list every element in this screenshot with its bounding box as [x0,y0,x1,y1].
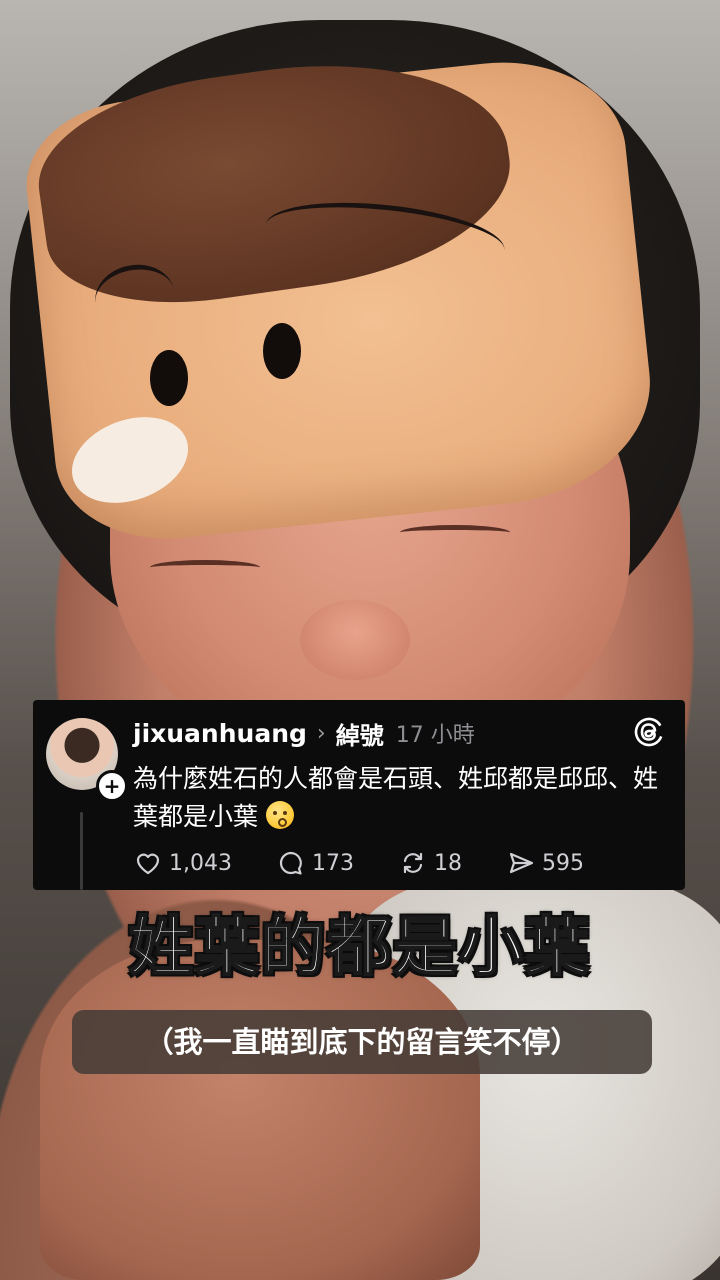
share-button[interactable]: 595 [506,848,584,878]
reply-button[interactable]: 173 [276,848,354,878]
mask-eye-right [263,323,301,379]
chevron-right-icon: › [316,720,326,746]
repost-count: 18 [433,850,462,876]
send-icon [509,852,534,874]
post-body-text: 為什麼姓石的人都會是石頭、姓邱都是邱邱、姓葉都是小葉 [133,764,659,831]
closed-eye-right [400,525,510,540]
threads-post-card[interactable]: + jixuanhuang › 綽號 17 小時 為什麼姓石的人都會是石頭、姓邱… [33,700,685,890]
threads-logo-icon [634,717,664,747]
like-button[interactable]: 1,043 [133,848,232,878]
comment-icon [279,851,302,875]
kissing-face-emoji-icon [265,801,294,829]
mask-eye-left [150,350,188,406]
heart-icon [136,853,160,875]
background-photo [0,0,720,1280]
closed-eye-left [150,560,260,575]
repost-button[interactable]: 18 [398,848,462,878]
post-topic-tag[interactable]: 綽號 [336,716,384,751]
share-count: 595 [541,850,584,876]
follow-plus-icon[interactable]: + [96,770,128,802]
reply-count: 173 [311,850,354,876]
post-timestamp: 17 小時 [395,723,475,748]
post-header: jixuanhuang › 綽號 17 小時 [133,714,475,752]
video-headline-caption: 姓葉的都是小葉 [128,910,591,986]
person-hand [40,940,480,1280]
post-body: 為什麼姓石的人都會是石頭、姓邱都是邱邱、姓葉都是小葉 [133,760,663,836]
like-count: 1,043 [169,850,232,876]
person-nose [300,600,410,680]
post-username[interactable]: jixuanhuang [133,719,307,748]
post-stats-bar: 1,043 173 18 595 [133,848,584,878]
video-sub-caption: （我一直瞄到底下的留言笑不停） [72,1010,652,1074]
thread-connector-line [80,812,83,890]
repost-icon [403,852,423,874]
